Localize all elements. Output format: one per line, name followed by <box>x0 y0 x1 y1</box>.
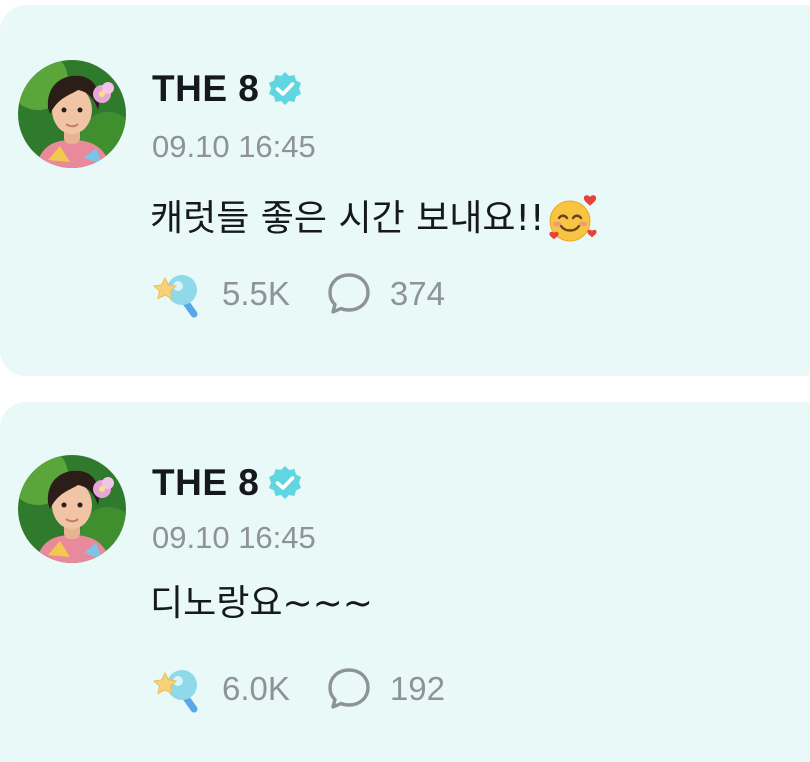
smiling-face-with-hearts-icon <box>546 191 602 247</box>
verified-badge-icon <box>267 465 303 501</box>
like-count: 6.0K <box>222 670 290 707</box>
post-timestamp: 09.10 16:45 <box>152 129 316 164</box>
post-actions: 6.0K 192 <box>152 664 445 714</box>
post-text: 캐럿들 좋은 시간 보내요!! <box>150 198 545 239</box>
post-body: 캐럿들 좋은 시간 보내요!! <box>150 191 602 247</box>
post-card[interactable]: THE 8 09.10 16:45 디노랑요~~~ 6.0K 192 <box>0 402 810 762</box>
post-timestamp: 09.10 16:45 <box>152 520 316 555</box>
light-stick-icon <box>152 665 204 713</box>
author-name[interactable]: THE 8 <box>152 463 259 503</box>
post-actions: 5.5K 374 <box>152 269 445 319</box>
post-author: THE 8 <box>152 463 303 503</box>
comment-count: 374 <box>389 275 445 312</box>
post-card[interactable]: THE 8 09.10 16:45 캐럿들 좋은 시간 보내요!! 5.5K 3… <box>0 5 810 376</box>
comment-button[interactable]: 192 <box>326 666 445 712</box>
verified-badge-icon <box>267 71 303 107</box>
post-author: THE 8 <box>152 69 303 109</box>
post-body: 디노랑요~~~ <box>150 582 373 626</box>
comment-count: 192 <box>389 670 445 707</box>
author-name[interactable]: THE 8 <box>152 69 259 109</box>
avatar-image <box>18 60 126 168</box>
avatar[interactable] <box>18 60 126 168</box>
comment-bubble-icon <box>326 271 372 317</box>
post-text: 디노랑요~~~ <box>150 583 373 624</box>
like-count: 5.5K <box>222 275 290 312</box>
post-feed: THE 8 09.10 16:45 캐럿들 좋은 시간 보내요!! 5.5K 3… <box>0 0 810 762</box>
light-stick-button[interactable]: 6.0K <box>152 665 290 713</box>
light-stick-icon <box>152 270 204 318</box>
comment-button[interactable]: 374 <box>326 271 445 317</box>
light-stick-button[interactable]: 5.5K <box>152 270 290 318</box>
avatar-image <box>18 455 126 563</box>
avatar[interactable] <box>18 455 126 563</box>
comment-bubble-icon <box>326 666 372 712</box>
